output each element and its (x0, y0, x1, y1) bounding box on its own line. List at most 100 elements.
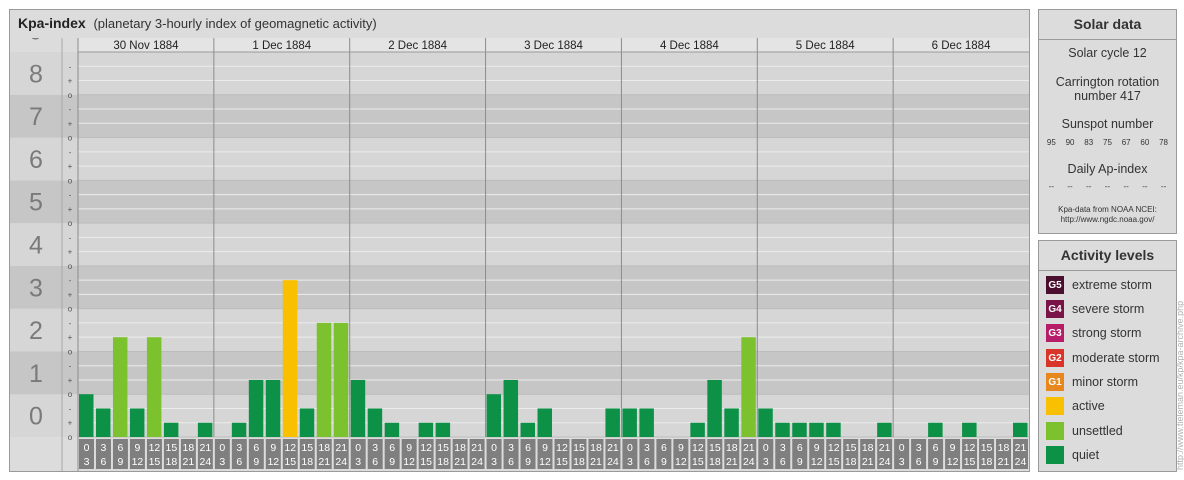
day-label: 5 Dec 1884 (796, 40, 855, 52)
interval-start-label: 6 (525, 442, 531, 454)
day-label: 30 Nov 1884 (113, 40, 179, 52)
interval-start-label: 21 (335, 442, 347, 454)
interval-end-label: 9 (389, 456, 395, 468)
interval-end-label: 9 (525, 456, 531, 468)
kp-bar (79, 394, 94, 437)
interval-start-label: 6 (797, 442, 803, 454)
sunspot-value: 75 (1103, 138, 1112, 147)
kp-bar (741, 337, 756, 437)
interval-end-label: 9 (933, 456, 939, 468)
y-minor-tick-label: + (68, 119, 73, 128)
legend-badge: G3 (1048, 327, 1062, 339)
day-label: 6 Dec 1884 (932, 40, 991, 52)
kp-bar (265, 379, 281, 437)
kp-bar (809, 422, 824, 437)
ap-title: Daily Ap-index (1067, 162, 1148, 176)
interval-start-label: 0 (84, 442, 90, 454)
legend-badge: G2 (1048, 352, 1062, 364)
kp-bar (367, 408, 383, 437)
kp-band (10, 137, 1029, 181)
kp-bar (962, 422, 977, 437)
interval-end-label: 15 (420, 456, 432, 468)
interval-end-label: 18 (981, 456, 993, 468)
interval-start-label: 6 (933, 442, 939, 454)
legend-swatch-g4: G4 (1046, 300, 1064, 318)
interval-start-label: 12 (556, 442, 568, 454)
interval-start-label: 18 (726, 442, 738, 454)
interval-end-label: 9 (797, 456, 803, 468)
kp-band (10, 351, 1029, 395)
ap-values: -- -- -- -- -- -- -- (1039, 182, 1176, 191)
legend-item-strong-storm: G3 strong storm (1046, 323, 1141, 343)
sunspot-value: 95 (1046, 138, 1056, 147)
legend-item-active: active (1046, 396, 1105, 416)
day-label: 1 Dec 1884 (252, 40, 311, 52)
kp-bar (792, 422, 807, 437)
y-minor-tick-label: - (69, 319, 72, 328)
interval-start-label: 21 (1015, 442, 1027, 454)
interval-end-label: 24 (879, 456, 891, 468)
interval-end-label: 18 (709, 456, 721, 468)
legend-item-severe-storm: G4 severe storm (1046, 299, 1144, 319)
interval-end-label: 12 (811, 456, 823, 468)
kp-bar (333, 322, 349, 437)
interval-end-label: 24 (1015, 456, 1027, 468)
ap-value: -- (1160, 182, 1167, 191)
interval-start-label: 21 (879, 442, 891, 454)
interval-end-label: 21 (998, 456, 1010, 468)
interval-end-label: 3 (899, 456, 905, 468)
interval-start-label: 21 (471, 442, 483, 454)
interval-start-label: 0 (491, 442, 497, 454)
interval-end-label: 3 (627, 456, 633, 468)
interval-start-label: 18 (998, 442, 1010, 454)
y-minor-tick-label: o (68, 176, 73, 185)
interval-end-label: 3 (219, 456, 225, 468)
ap-value: -- (1142, 182, 1148, 191)
interval-end-label: 21 (454, 456, 466, 468)
kp-bar (231, 422, 247, 437)
interval-start-label: 21 (200, 442, 212, 454)
y-minor-tick-label: + (68, 333, 73, 342)
interval-end-label: 6 (780, 456, 786, 468)
interval-start-label: 15 (981, 442, 993, 454)
interval-end-label: 9 (661, 456, 667, 468)
y-minor-tick-label: + (68, 205, 73, 214)
interval-end-label: 21 (318, 456, 330, 468)
day-label: 2 Dec 1884 (388, 40, 447, 52)
kp-bar (350, 379, 366, 437)
source-line1: Kpa-data from NOAA NCEI: (1058, 205, 1157, 214)
interval-start-label: 21 (743, 442, 755, 454)
legend-badge: G5 (1048, 279, 1062, 291)
legend-label: strong storm (1072, 326, 1142, 340)
kp-bar (112, 337, 128, 437)
legend-label: moderate storm (1072, 351, 1160, 365)
interval-start-label: 9 (542, 442, 548, 454)
ap-value: -- (1086, 182, 1092, 191)
interval-start-label: 21 (607, 442, 619, 454)
interval-start-label: 15 (301, 442, 313, 454)
kp-bar (622, 408, 637, 437)
y-minor-tick-label: - (69, 105, 72, 114)
kp-bar (486, 394, 502, 437)
legend-badge: G1 (1048, 376, 1062, 388)
day-label: 4 Dec 1884 (660, 40, 719, 52)
ap-value: -- (1067, 182, 1073, 191)
interval-start-label: 15 (573, 442, 585, 454)
kp-bar (163, 422, 179, 437)
sunspot-value: 90 (1065, 138, 1075, 147)
legend-badge: G4 (1048, 303, 1062, 315)
y-minor-tick-label: - (69, 362, 72, 371)
interval-end-label: 12 (539, 456, 551, 468)
y-minor-tick-label: o (68, 433, 73, 442)
interval-end-label: 9 (253, 456, 259, 468)
interval-end-label: 9 (118, 456, 124, 468)
legend-label: minor storm (1072, 375, 1138, 389)
interval-end-label: 24 (471, 456, 483, 468)
chart-title-sub: (planetary 3-hourly index of geomagnetic… (93, 16, 377, 31)
sunspot-title: Sunspot number (1061, 117, 1154, 131)
interval-start-label: 15 (845, 442, 857, 454)
y-minor-tick-label: - (69, 148, 72, 157)
kp-band (10, 308, 1029, 352)
y-minor-tick-label: o (68, 134, 73, 143)
ap-value: -- (1104, 182, 1111, 191)
